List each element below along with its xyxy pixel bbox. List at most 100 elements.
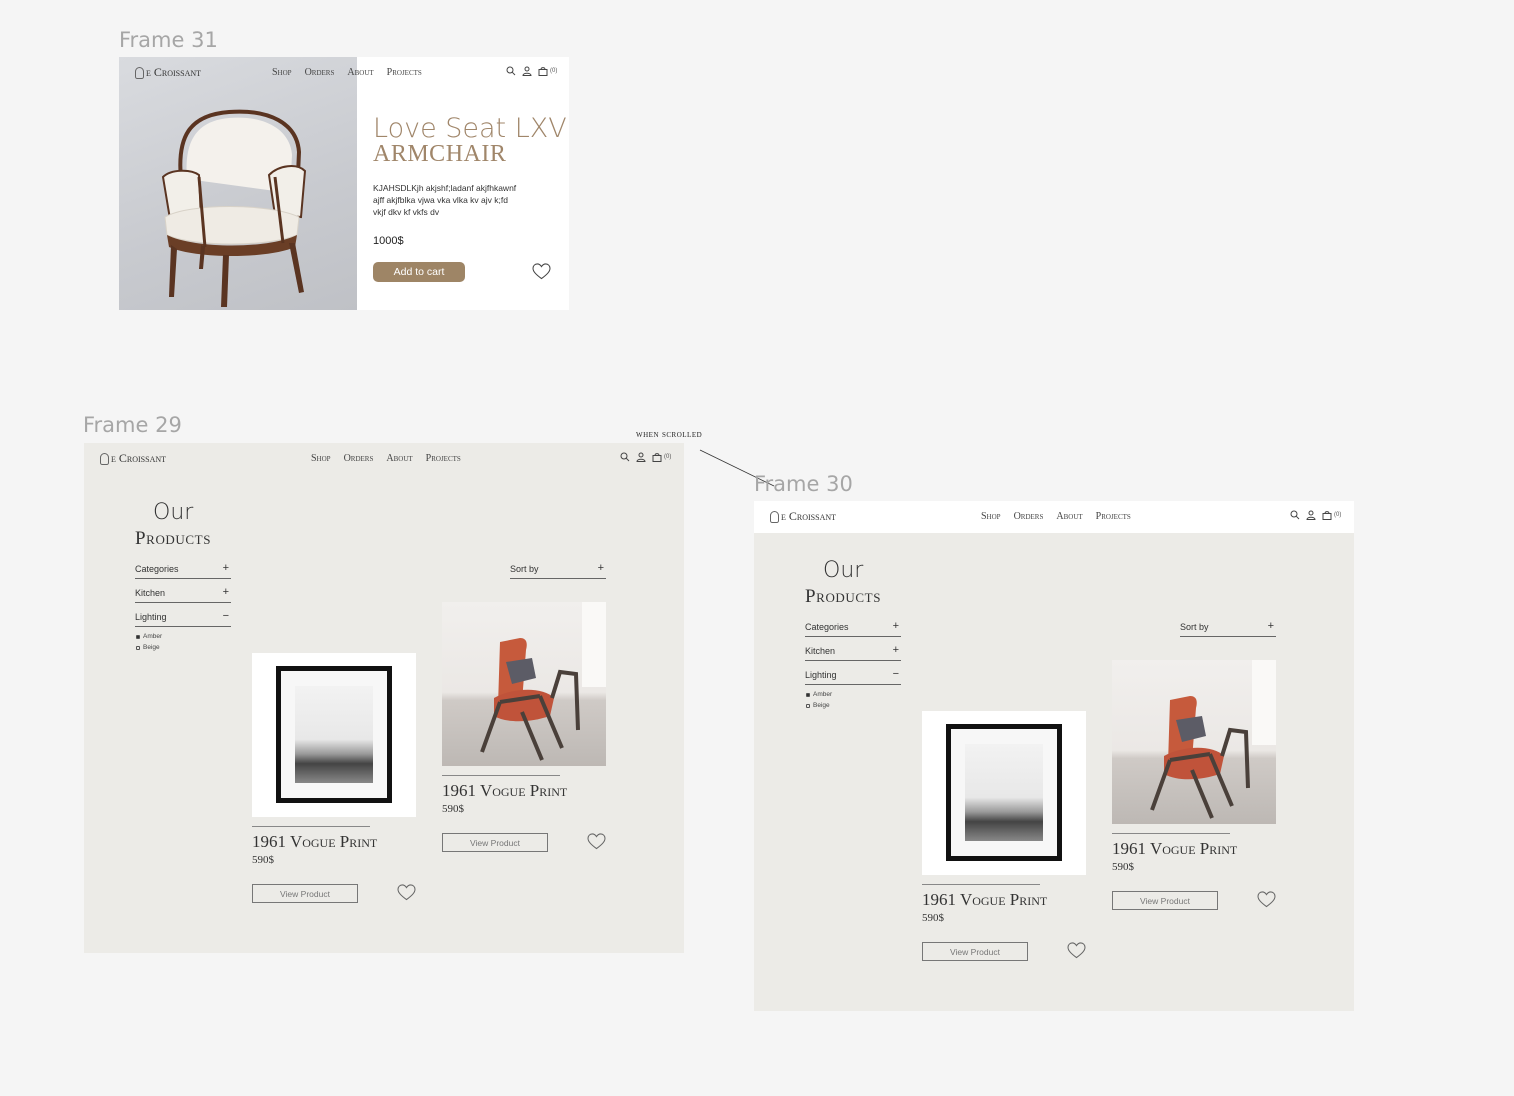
heart-icon[interactable] (532, 263, 551, 280)
nav-links: Shop Orders About Projects (311, 453, 461, 464)
cart-count: (0) (1334, 512, 1342, 518)
logo[interactable]: e Croissant (135, 65, 201, 80)
add-to-cart-button[interactable]: Add to cart (373, 262, 465, 282)
product-image-print[interactable] (252, 653, 416, 817)
view-product-button[interactable]: View Product (1112, 891, 1218, 910)
logo[interactable]: e Croissant (100, 451, 166, 466)
croissant-logo-icon (135, 66, 144, 79)
heading-our: Our (823, 558, 864, 583)
product-card: 1961 Vogue Print 590$ View Product (442, 602, 608, 857)
plus-icon: + (1267, 620, 1274, 632)
cart-count: (0) (550, 68, 558, 74)
nav-link-shop[interactable]: Shop (981, 511, 1001, 522)
nav-link-about[interactable]: About (347, 67, 373, 78)
product-image-chair[interactable] (442, 602, 606, 766)
user-icon[interactable] (1306, 510, 1316, 520)
checkbox-label: Amber (813, 691, 833, 698)
picture-frame (946, 724, 1062, 861)
filter-lighting[interactable]: Lighting − (805, 668, 901, 685)
heart-icon[interactable] (587, 833, 606, 850)
product-title: 1961 Vogue Print (252, 832, 378, 851)
checkbox-amber[interactable]: Amber (136, 633, 162, 640)
nav-link-orders[interactable]: Orders (344, 453, 374, 464)
checkbox-label: Amber (143, 633, 163, 640)
photo-print (295, 686, 373, 783)
product-image-print[interactable] (922, 711, 1086, 875)
filter-label: Categories (135, 564, 179, 574)
nav-link-projects[interactable]: Projects (387, 67, 422, 78)
checkbox-checked-icon (136, 634, 140, 639)
filter-lighting[interactable]: Lighting − (135, 610, 231, 627)
heart-icon[interactable] (1257, 891, 1276, 908)
product-price: 590$ (1112, 861, 1134, 873)
sort-by-dropdown[interactable]: Sort by + (1180, 620, 1276, 637)
picture-frame (276, 666, 392, 803)
nav-link-projects[interactable]: Projects (426, 453, 461, 464)
product-description: KJAHSDLKjh akjshf;ladanf akjfhkawnf ajff… (373, 183, 517, 217)
nav-link-orders[interactable]: Orders (305, 67, 335, 78)
search-icon[interactable] (506, 66, 516, 76)
cart-icon[interactable] (652, 452, 662, 462)
cart-icon[interactable] (1322, 510, 1332, 520)
nav-icons: (0) (506, 66, 557, 76)
nav-link-projects[interactable]: Projects (1096, 511, 1131, 522)
checkbox-label: Beige (813, 702, 830, 709)
nav-link-about[interactable]: About (386, 453, 412, 464)
heart-icon[interactable] (397, 884, 416, 901)
croissant-logo-icon (770, 510, 779, 523)
orange-chair-illustration (1150, 660, 1276, 819)
checkbox-beige[interactable]: Beige (136, 644, 160, 651)
nav-link-about[interactable]: About (1056, 511, 1082, 522)
filter-kitchen[interactable]: Kitchen + (135, 586, 231, 603)
top-nav: e Croissant Shop Orders About Projects (… (119, 57, 569, 89)
sort-by-dropdown[interactable]: Sort by + (510, 562, 606, 579)
user-icon[interactable] (522, 66, 532, 76)
view-product-button[interactable]: View Product (922, 942, 1028, 961)
nav-link-orders[interactable]: Orders (1014, 511, 1044, 522)
frame-30-products-listing-scrolled: e Croissant Shop Orders About Projects (… (754, 501, 1354, 1011)
filter-categories[interactable]: Categories + (135, 562, 231, 579)
checkbox-amber[interactable]: Amber (806, 691, 832, 698)
search-icon[interactable] (620, 452, 630, 462)
filter-categories[interactable]: Categories + (805, 620, 901, 637)
product-title: 1961 Vogue Print (442, 781, 568, 800)
orange-chair-illustration (480, 602, 606, 761)
plus-icon: + (892, 644, 899, 656)
sort-label: Sort by (1180, 622, 1209, 632)
cart-icon[interactable] (538, 66, 548, 76)
product-card: 1961 Vogue Print 590$ View Product (922, 711, 1088, 966)
picture-mat (951, 729, 1057, 856)
view-product-button[interactable]: View Product (442, 833, 548, 852)
checkbox-unchecked-icon (136, 645, 140, 650)
logo[interactable]: e Croissant (770, 509, 836, 524)
nav-link-shop[interactable]: Shop (272, 67, 292, 78)
checkbox-checked-icon (806, 692, 810, 697)
cart-count: (0) (664, 454, 672, 460)
sort-label: Sort by (510, 564, 539, 574)
user-icon[interactable] (636, 452, 646, 462)
top-nav: e Croissant Shop Orders About Projects (… (84, 443, 684, 475)
checkbox-unchecked-icon (806, 703, 810, 708)
filter-label: Lighting (135, 612, 167, 622)
heading-products: Products (805, 586, 882, 607)
logo-text: e Croissant (111, 451, 167, 465)
top-nav-sticky: e Croissant Shop Orders About Projects (… (754, 501, 1354, 533)
plus-icon: + (222, 586, 229, 598)
product-price: 590$ (252, 854, 274, 866)
product-image-chair[interactable] (1112, 660, 1276, 824)
product-card: 1961 Vogue Print 590$ View Product (1112, 660, 1278, 915)
view-product-button[interactable]: View Product (252, 884, 358, 903)
frame-label-31: Frame 31 (119, 28, 218, 52)
search-icon[interactable] (1290, 510, 1300, 520)
filter-label: Lighting (805, 670, 837, 680)
product-subtitle: ARMCHAIR (373, 141, 507, 167)
nav-link-shop[interactable]: Shop (311, 453, 331, 464)
product-card: 1961 Vogue Print 590$ View Product (252, 653, 418, 908)
product-title: 1961 Vogue Print (922, 890, 1048, 909)
product-price: 590$ (922, 912, 944, 924)
product-price: 590$ (442, 803, 464, 815)
filter-kitchen[interactable]: Kitchen + (805, 644, 901, 661)
heart-icon[interactable] (1067, 942, 1086, 959)
frame-31-product-detail: e Croissant Shop Orders About Projects (… (119, 57, 569, 310)
checkbox-beige[interactable]: Beige (806, 702, 830, 709)
